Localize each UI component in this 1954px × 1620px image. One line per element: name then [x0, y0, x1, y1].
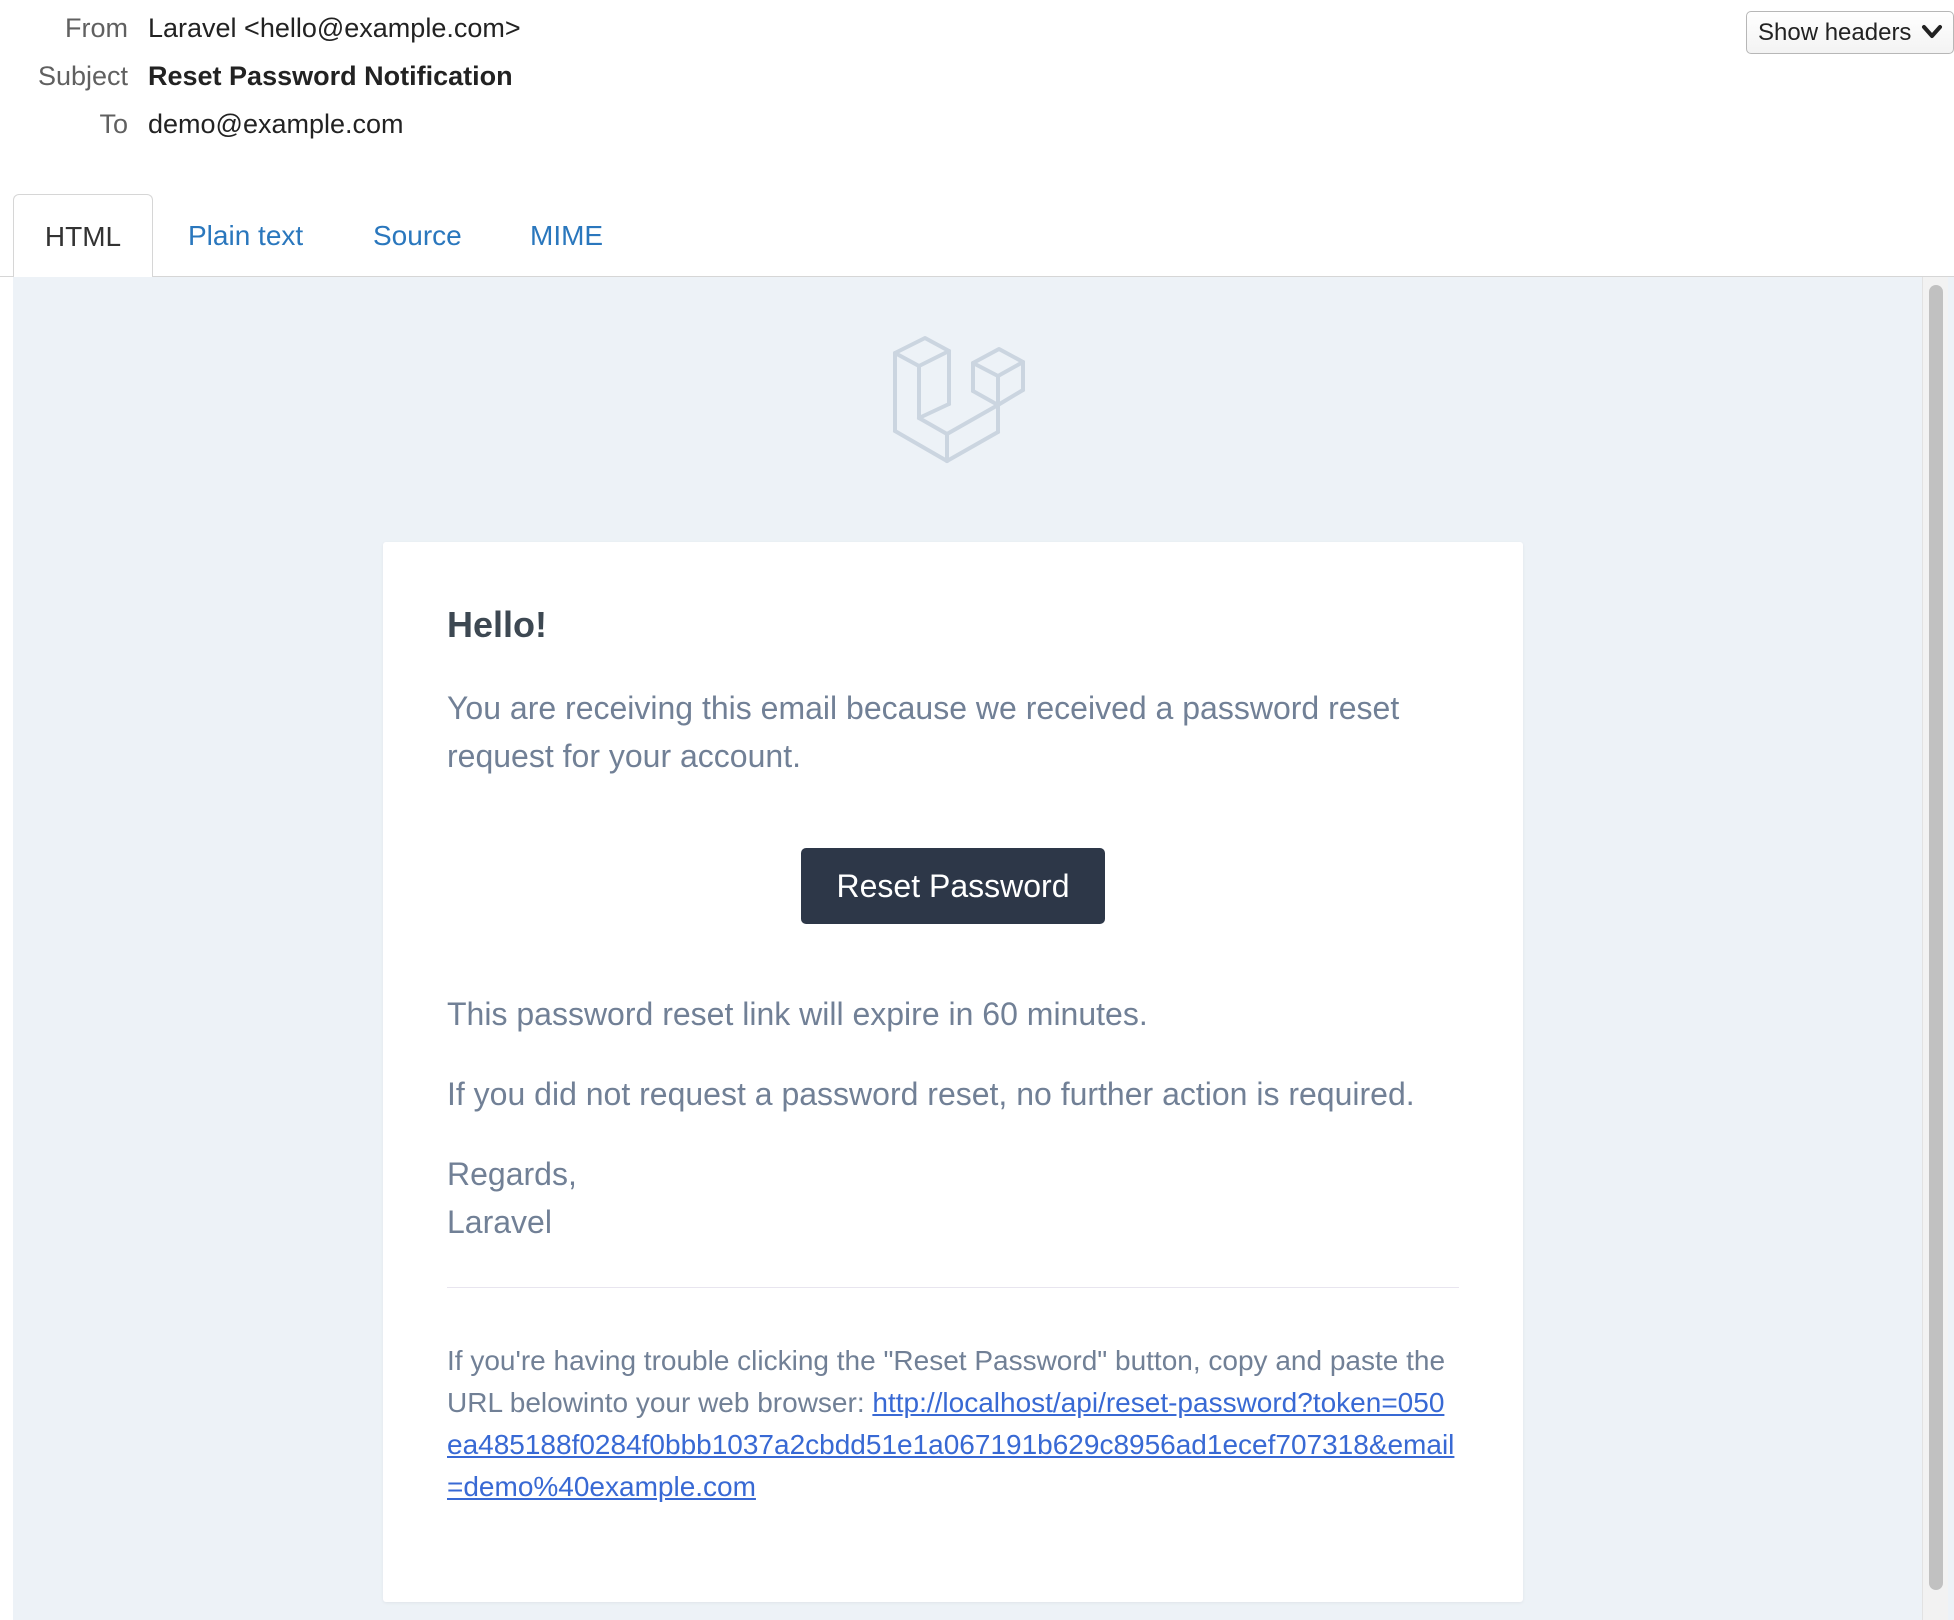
subject-row: Subject Reset Password Notification — [0, 56, 1500, 96]
from-value: Laravel <hello@example.com> — [148, 13, 521, 43]
to-value: demo@example.com — [148, 109, 404, 139]
regards-text: Regards, — [447, 1156, 577, 1192]
button-wrapper: Reset Password — [383, 848, 1523, 924]
show-headers-button[interactable]: Show headers — [1746, 11, 1954, 54]
email-preview[interactable]: Hello! You are receiving this email beca… — [13, 277, 1954, 1620]
from-row: From Laravel <hello@example.com> — [0, 8, 1500, 48]
subject-label: Subject — [37, 61, 128, 91]
scrollbar-thumb[interactable] — [1929, 285, 1943, 1590]
format-tabs: HTML Plain text Source MIME — [0, 194, 1954, 278]
divider — [447, 1287, 1459, 1288]
chevron-down-icon — [1922, 25, 1942, 38]
signature-text: Laravel — [447, 1204, 552, 1240]
greeting-heading: Hello! — [447, 604, 548, 645]
tab-html[interactable]: HTML — [13, 194, 153, 278]
intro-paragraph: You are receiving this email because we … — [447, 690, 1400, 774]
to-row: To demo@example.com — [0, 104, 1500, 144]
vertical-scrollbar[interactable] — [1922, 277, 1948, 1620]
tab-source[interactable]: Source — [373, 194, 462, 277]
tab-plain-text[interactable]: Plain text — [188, 194, 303, 277]
tab-mime[interactable]: MIME — [530, 194, 603, 277]
expiry-paragraph: This password reset link will expire in … — [447, 996, 1148, 1032]
no-action-paragraph: If you did not request a password reset,… — [447, 1076, 1415, 1112]
message-headers: From Laravel <hello@example.com> Subject… — [0, 0, 1954, 190]
reset-password-button[interactable]: Reset Password — [800, 848, 1106, 924]
from-label: From — [65, 13, 128, 43]
to-label: To — [99, 109, 128, 139]
laravel-logo-icon — [893, 336, 1025, 463]
email-card: Hello! You are receiving this email beca… — [383, 542, 1523, 1602]
show-headers-label: Show headers — [1758, 19, 1912, 46]
subject-value: Reset Password Notification — [148, 61, 513, 91]
subcopy-paragraph: If you're having trouble clicking the "R… — [447, 1340, 1459, 1508]
